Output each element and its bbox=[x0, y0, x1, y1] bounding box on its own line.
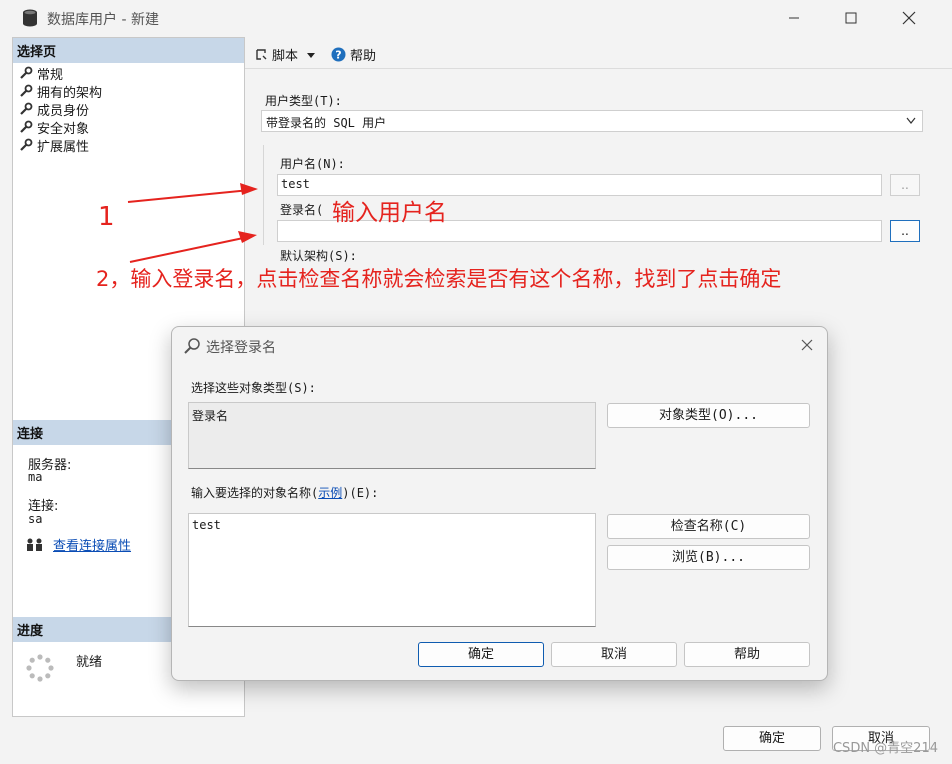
select-login-dialog: 选择登录名 选择这些对象类型(S): 登录名 对象类型(O)... 输入要选择的… bbox=[171, 326, 828, 681]
annotation-step1-text: 输入用户名 bbox=[332, 200, 447, 226]
browse-button[interactable]: 浏览(B)... bbox=[607, 545, 810, 570]
object-types-value: 登录名 bbox=[192, 409, 229, 423]
annotation-step1-number: 1 bbox=[98, 202, 115, 232]
check-names-button[interactable]: 检查名称(C) bbox=[607, 514, 810, 539]
arrow-2 bbox=[129, 236, 249, 263]
view-connection-link[interactable]: 查看连接属性 bbox=[53, 535, 131, 554]
arrow-2-head bbox=[238, 231, 257, 243]
object-names-textarea[interactable]: test bbox=[188, 513, 596, 627]
enter-names-label: 输入要选择的对象名称(示例)(E): bbox=[191, 484, 378, 501]
enter-names-suffix: )(E): bbox=[342, 486, 379, 500]
progress-status: 就绪 bbox=[76, 655, 103, 670]
dialog-title: 选择登录名 bbox=[206, 340, 276, 356]
connection-properties-icon bbox=[27, 538, 42, 551]
progress-spinner-icon bbox=[26, 654, 54, 682]
dialog-help-button[interactable]: 帮助 bbox=[684, 642, 810, 667]
ok-button[interactable]: 确定 bbox=[723, 726, 821, 751]
annotation-step2-text: 2，输入登录名，点击检查名称就会检索是否有这个名称，找到了点击确定 bbox=[96, 267, 782, 291]
object-types-box: 登录名 bbox=[188, 402, 596, 469]
dialog-cancel-button[interactable]: 取消 bbox=[551, 642, 677, 667]
arrow-1 bbox=[127, 189, 251, 203]
dialog-close-icon[interactable] bbox=[801, 339, 813, 351]
watermark: CSDN @青空214 bbox=[832, 741, 938, 756]
dialog-ok-button[interactable]: 确定 bbox=[418, 642, 544, 667]
connection-value: sa bbox=[28, 512, 43, 526]
examples-link[interactable]: 示例 bbox=[318, 486, 342, 500]
object-types-label: 选择这些对象类型(S): bbox=[191, 381, 316, 395]
enter-names-prefix: 输入要选择的对象名称( bbox=[191, 486, 319, 500]
object-types-button[interactable]: 对象类型(O)... bbox=[607, 403, 810, 428]
server-value: ma bbox=[28, 470, 43, 484]
view-connection-properties[interactable]: 查看连接属性 bbox=[25, 535, 131, 554]
object-names-value: test bbox=[192, 518, 221, 532]
arrow-1-head bbox=[240, 183, 258, 195]
search-icon bbox=[184, 338, 200, 354]
